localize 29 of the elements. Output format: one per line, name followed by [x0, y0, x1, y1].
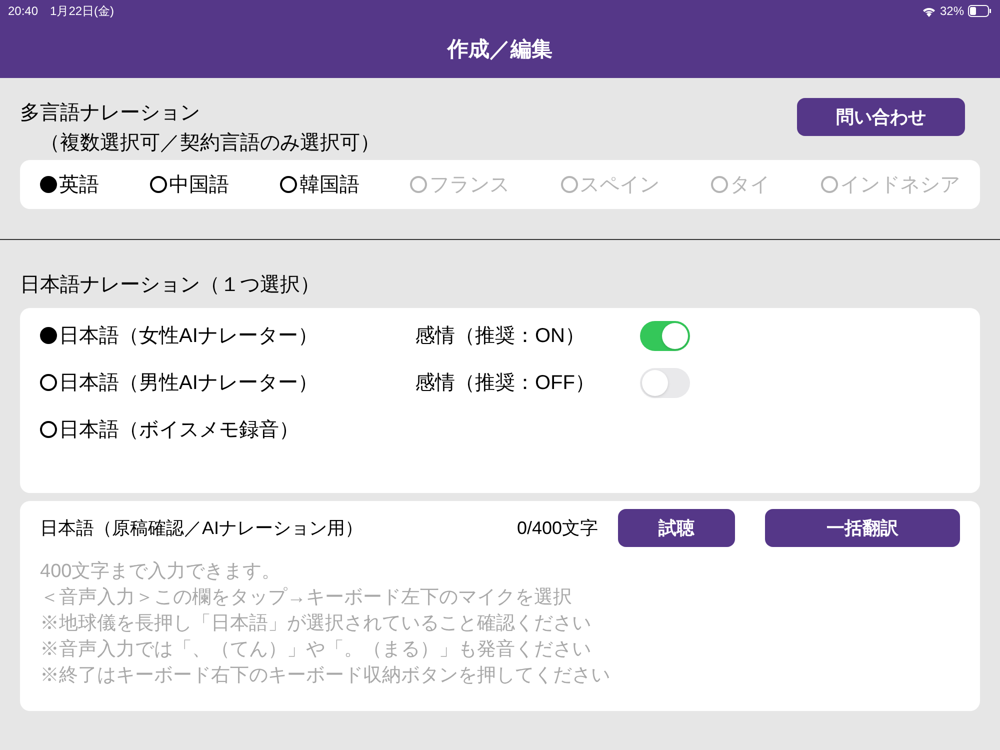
page-title: 作成／編集 [448, 37, 552, 64]
battery-icon [968, 5, 992, 17]
battery-percent: 32% [940, 3, 964, 20]
language-option[interactable]: 中国語 [150, 170, 230, 200]
section-title: 日本語ナレーション（１つ選択） [19, 273, 321, 298]
status-date: 1月22日(金) [50, 3, 114, 20]
section-subtitle: （複数選択可／契約言語のみ選択可） [39, 131, 380, 156]
narrator-option[interactable]: 日本語（女性AIナレーター） [40, 320, 415, 350]
contact-button[interactable]: 問い合わせ [797, 98, 965, 136]
wifi-icon [922, 6, 936, 16]
translate-button[interactable]: 一括翻訳 [765, 509, 960, 547]
language-option[interactable]: 韓国語 [280, 170, 360, 200]
placeholder-line: ※終了はキーボード右下のキーボード収納ボタンを押してください [40, 664, 610, 688]
status-time: 20:40 [8, 3, 38, 20]
placeholder-line: ※地球儀を長押し「日本語」が選択されていること確認ください [40, 612, 591, 636]
placeholder-line: ＜音声入力＞この欄をタップ→キーボード左下のマイクを選択 [40, 586, 572, 610]
placeholder-line: ※音声入力では「、（てん）」や「。（まる）」も発音ください [40, 638, 591, 662]
script-label: 日本語（原稿確認／AIナレーション用） [40, 516, 364, 540]
emotion-label: 感情（推奨：OFF） [415, 370, 596, 396]
toggle-switch[interactable] [640, 368, 690, 398]
section-title: 多言語ナレーション [20, 101, 201, 126]
language-option[interactable]: 英語 [40, 170, 99, 200]
listen-button[interactable]: 試聴 [618, 509, 735, 547]
placeholder-line: 400文字まで入力できます。 [40, 560, 281, 584]
character-count: 0/400文字 [516, 516, 598, 540]
narrator-option[interactable]: 日本語（ボイスメモ録音） [40, 414, 415, 444]
toggle-switch[interactable] [640, 320, 690, 350]
emotion-label: 感情（推奨：ON） [415, 324, 586, 348]
narrator-option[interactable]: 日本語（男性AIナレーター） [40, 368, 415, 398]
